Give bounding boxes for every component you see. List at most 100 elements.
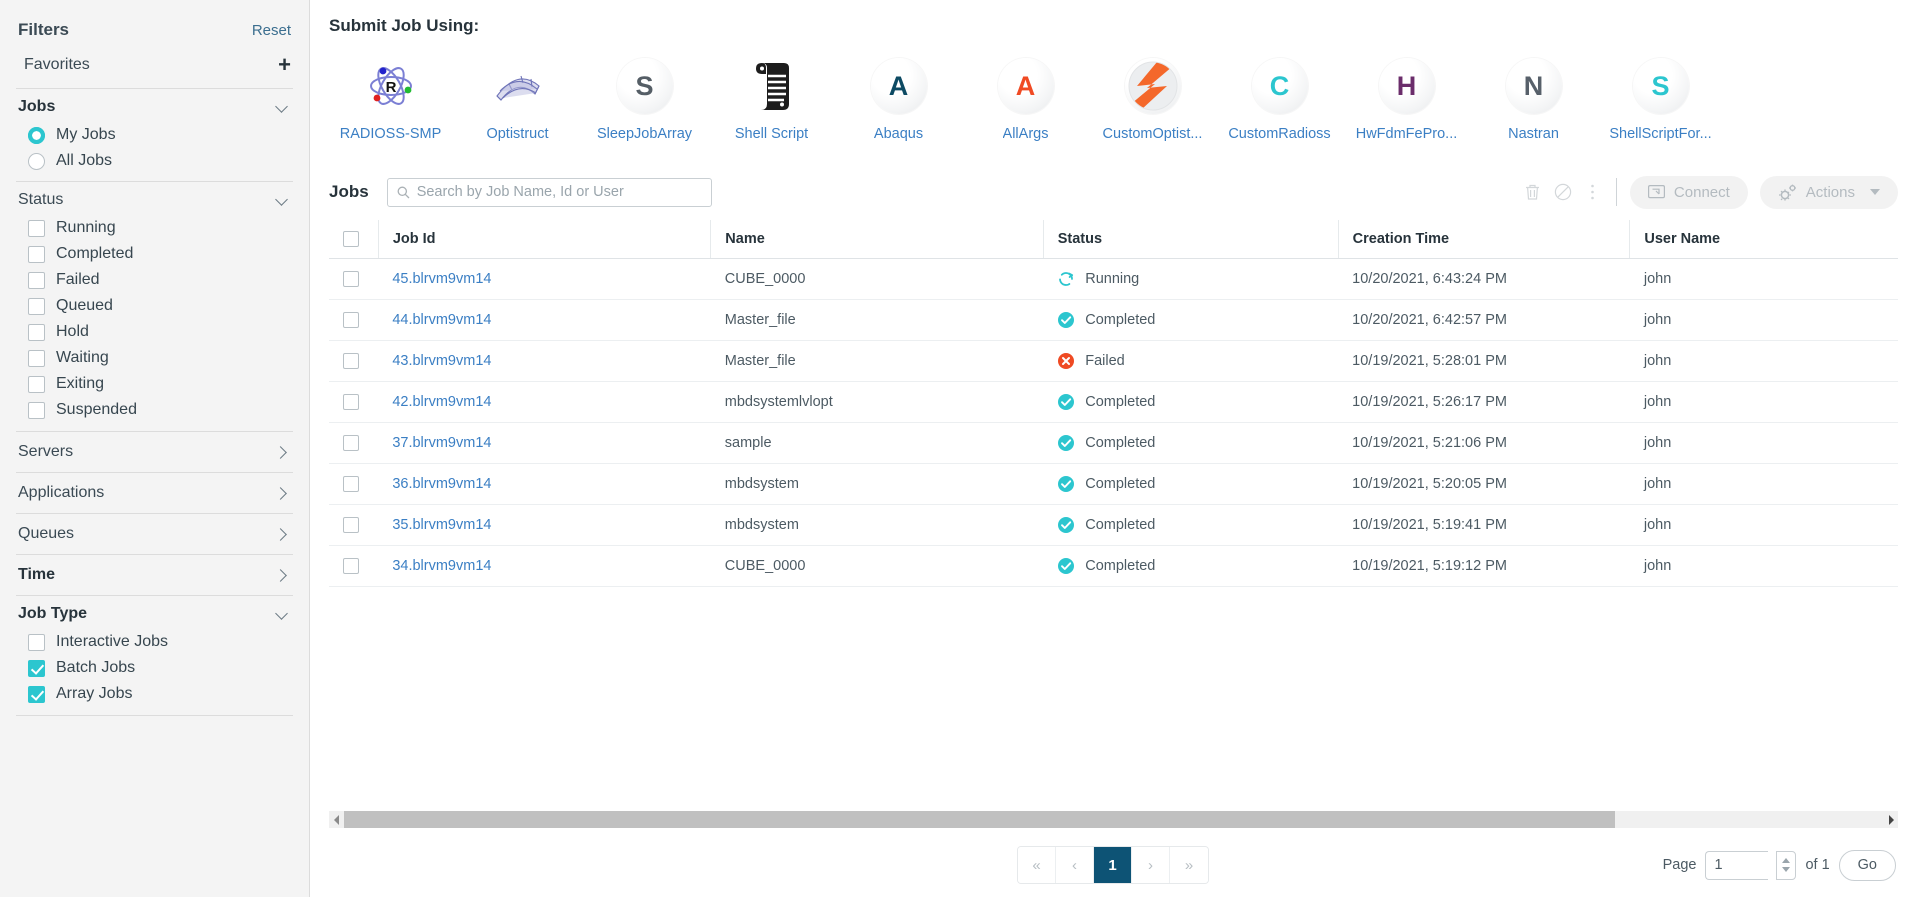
checkbox-status-failed[interactable]: Failed [14, 267, 295, 293]
checkbox-icon[interactable] [28, 685, 45, 703]
app-tile-optistruct[interactable]: Optistruct [454, 58, 581, 142]
row-checkbox[interactable] [343, 435, 359, 451]
jobs-section-header[interactable]: Jobs [14, 89, 295, 122]
sidebar-section-applications[interactable]: Applications [14, 473, 295, 513]
checkbox-status-hold[interactable]: Hold [14, 319, 295, 345]
table-row[interactable]: 35.blrvm9vm14 mbdsystem Completed 10/19/… [329, 504, 1898, 546]
job-id-link[interactable]: 35.blrvm9vm14 [392, 517, 491, 533]
first-page-button[interactable]: « [1018, 847, 1056, 883]
table-row[interactable]: 45.blrvm9vm14 CUBE_0000 Running 10/20/20… [329, 258, 1898, 300]
radio-icon[interactable] [28, 152, 45, 170]
job-id-link[interactable]: 43.blrvm9vm14 [392, 353, 491, 369]
chevron-down-icon[interactable] [1870, 189, 1880, 195]
app-tile-customradioss[interactable]: C CustomRadioss [1216, 58, 1343, 142]
add-favorite-icon[interactable]: + [278, 54, 291, 76]
chevron-right-icon[interactable] [275, 568, 289, 582]
column-header-user-name[interactable]: User Name [1629, 220, 1898, 259]
column-header-name[interactable]: Name [710, 220, 1044, 259]
table-row[interactable]: 34.blrvm9vm14 CUBE_0000 Completed 10/19/… [329, 545, 1898, 587]
page-number-input[interactable] [1705, 850, 1769, 880]
chevron-right-icon[interactable] [275, 486, 289, 500]
app-tile-shellscriptfor[interactable]: S ShellScriptFor... [1597, 58, 1724, 142]
app-tile-hwfdmfeprocess[interactable]: H HwFdmFePro... [1343, 58, 1470, 142]
row-select-cell[interactable] [329, 340, 379, 382]
app-tile-nastran[interactable]: N Nastran [1470, 58, 1597, 142]
sidebar-section-queues[interactable]: Queues [14, 514, 295, 554]
job-id-link[interactable]: 36.blrvm9vm14 [392, 476, 491, 492]
search-input[interactable] [416, 184, 702, 200]
row-checkbox[interactable] [343, 353, 359, 369]
checkbox-icon[interactable] [28, 297, 45, 315]
more-options-icon[interactable] [1578, 177, 1608, 207]
app-tile-customoptistruct[interactable]: CustomOptist... [1089, 58, 1216, 142]
select-all-header[interactable] [329, 220, 379, 259]
table-row[interactable]: 44.blrvm9vm14 Master_file Completed 10/2… [329, 299, 1898, 341]
checkbox-icon[interactable] [28, 323, 45, 341]
delete-icon[interactable] [1518, 177, 1548, 207]
table-row[interactable]: 43.blrvm9vm14 Master_file Failed 10/19/2… [329, 340, 1898, 382]
sidebar-section-servers[interactable]: Servers [14, 432, 295, 472]
job-id-link[interactable]: 44.blrvm9vm14 [392, 312, 491, 328]
app-tile-sleepjobarray[interactable]: S SleepJobArray [581, 58, 708, 142]
checkbox-icon[interactable] [28, 245, 45, 263]
search-box[interactable] [386, 177, 712, 207]
prev-page-button[interactable]: ‹ [1056, 847, 1094, 883]
checkbox-array-jobs[interactable]: Array Jobs [14, 681, 295, 707]
chevron-down-icon[interactable] [275, 607, 289, 621]
table-row[interactable]: 42.blrvm9vm14 mbdsystemlvlopt Completed … [329, 381, 1898, 423]
checkbox-status-suspended[interactable]: Suspended [14, 397, 295, 423]
scrollbar-track[interactable] [344, 811, 1883, 828]
radio-icon[interactable] [28, 126, 45, 144]
job-type-section-header[interactable]: Job Type [14, 596, 295, 629]
row-select-cell[interactable] [329, 463, 379, 505]
checkbox-status-completed[interactable]: Completed [14, 241, 295, 267]
row-checkbox[interactable] [343, 476, 359, 492]
row-select-cell[interactable] [329, 422, 379, 464]
row-checkbox[interactable] [343, 312, 359, 328]
row-select-cell[interactable] [329, 545, 379, 587]
checkbox-icon[interactable] [28, 375, 45, 393]
scrollbar-thumb[interactable] [344, 811, 1616, 828]
checkbox-status-waiting[interactable]: Waiting [14, 345, 295, 371]
actions-button[interactable]: Actions [1759, 175, 1898, 209]
chevron-down-icon[interactable] [275, 193, 289, 207]
reset-filters-button[interactable]: Reset [252, 22, 291, 39]
chevron-right-icon[interactable] [275, 527, 289, 541]
row-select-cell[interactable] [329, 258, 379, 300]
app-tile-shell-script[interactable]: Shell Script [708, 58, 835, 142]
job-id-link[interactable]: 45.blrvm9vm14 [392, 271, 491, 287]
checkbox-icon[interactable] [28, 401, 45, 419]
row-select-cell[interactable] [329, 504, 379, 546]
select-all-checkbox[interactable] [343, 231, 359, 247]
sidebar-section-time[interactable]: Time [14, 555, 295, 595]
stepper-down-icon[interactable] [1782, 867, 1791, 872]
job-id-link[interactable]: 42.blrvm9vm14 [392, 394, 491, 410]
scroll-right-icon[interactable] [1883, 811, 1898, 828]
checkbox-interactive-jobs[interactable]: Interactive Jobs [14, 629, 295, 655]
last-page-button[interactable]: » [1170, 847, 1208, 883]
next-page-button[interactable]: › [1132, 847, 1170, 883]
radio-my-jobs[interactable]: My Jobs [14, 122, 295, 148]
checkbox-icon[interactable] [28, 271, 45, 289]
row-checkbox[interactable] [343, 517, 359, 533]
status-section-header[interactable]: Status [14, 182, 295, 215]
stepper-up-icon[interactable] [1782, 858, 1791, 863]
scroll-left-icon[interactable] [329, 811, 344, 828]
column-header-status[interactable]: Status [1043, 220, 1339, 259]
checkbox-batch-jobs[interactable]: Batch Jobs [14, 655, 295, 681]
app-tile-abaqus[interactable]: A Abaqus [835, 58, 962, 142]
app-tile-radioss-smp[interactable]: R RADIOSS-SMP [327, 58, 454, 142]
app-tile-allargs[interactable]: A AllArgs [962, 58, 1089, 142]
row-select-cell[interactable] [329, 381, 379, 423]
table-horizontal-scrollbar[interactable] [329, 811, 1898, 828]
page-stepper[interactable] [1776, 850, 1797, 880]
column-header-job-id[interactable]: Job Id [378, 220, 712, 259]
row-select-cell[interactable] [329, 299, 379, 341]
table-row[interactable]: 36.blrvm9vm14 mbdsystem Completed 10/19/… [329, 463, 1898, 505]
job-id-link[interactable]: 34.blrvm9vm14 [392, 558, 491, 574]
checkbox-status-running[interactable]: Running [14, 215, 295, 241]
checkbox-status-exiting[interactable]: Exiting [14, 371, 295, 397]
checkbox-icon[interactable] [28, 659, 45, 677]
connect-button[interactable]: Connect [1629, 175, 1748, 209]
page-button-1[interactable]: 1 [1094, 847, 1132, 883]
